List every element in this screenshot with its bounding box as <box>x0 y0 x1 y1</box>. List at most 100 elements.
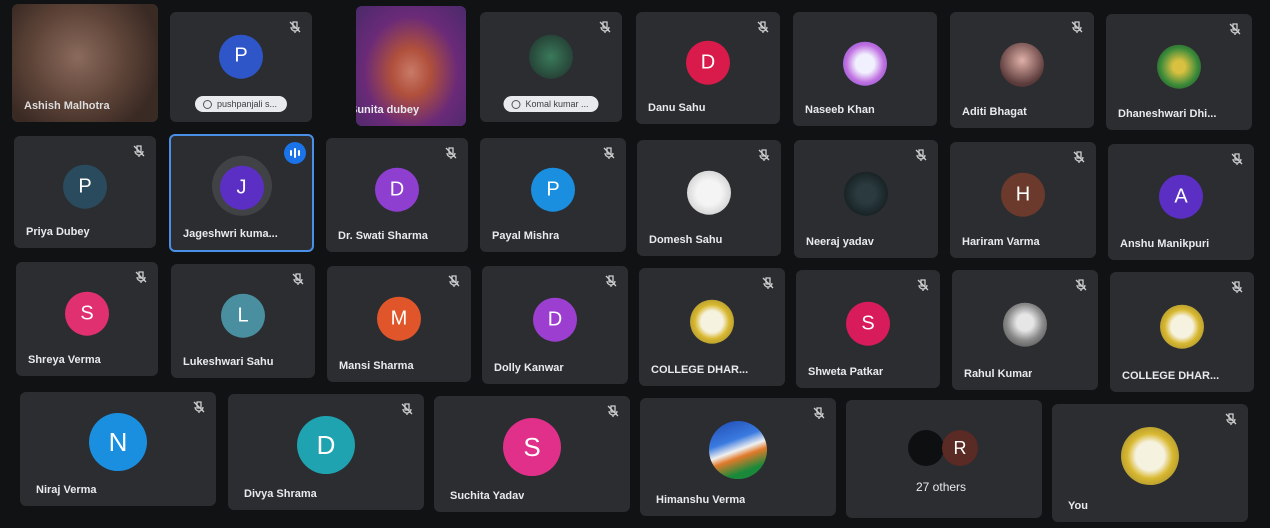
participant-avatar <box>529 34 573 79</box>
participant-tile[interactable]: A Anshu Manikpuri <box>1108 144 1254 260</box>
participant-name-chip: pushpanjali s... <box>194 95 288 112</box>
participant-tile[interactable]: COLLEGE DHAR... <box>639 268 785 386</box>
participant-name: Danu Sahu <box>648 102 706 114</box>
mic-muted-icon <box>606 404 620 418</box>
participant-name: Lukeshwari Sahu <box>183 356 274 368</box>
mic-muted-icon <box>812 406 826 420</box>
participant-name: Anshu Manikpuri <box>1120 238 1210 250</box>
participant-avatar: D <box>297 416 355 475</box>
participant-avatar: M <box>377 296 421 341</box>
mic-muted-icon <box>761 276 775 290</box>
participant-name: Sunita dubey <box>356 104 420 116</box>
mic-muted-icon <box>756 20 770 34</box>
participant-name: Mansi Sharma <box>339 360 414 372</box>
mic-muted-icon <box>604 274 618 288</box>
mic-muted-icon <box>598 20 612 34</box>
mic-muted-icon <box>288 20 302 34</box>
mic-muted-icon <box>602 146 616 160</box>
mic-muted-icon <box>1070 20 1084 34</box>
participant-avatar: L <box>221 293 265 338</box>
participant-name: Dolly Kanwar <box>494 362 564 374</box>
mic-muted-icon <box>1230 152 1244 166</box>
participant-name: Suchita Yadav <box>450 490 525 502</box>
mic-muted-icon <box>1072 150 1086 164</box>
participant-tile-speaking[interactable]: J Jageshwri kuma... <box>169 134 314 252</box>
participant-tile[interactable]: H Hariram Varma <box>950 142 1096 258</box>
participant-tile[interactable]: Komal kumar ... <box>480 12 622 122</box>
participant-name: Jageshwri kuma... <box>183 228 278 240</box>
college-logo-icon <box>690 299 734 344</box>
participant-tile[interactable]: P pushpanjali s... <box>170 12 312 122</box>
participant-tile[interactable]: Rahul Kumar <box>952 270 1098 390</box>
pin-icon <box>511 100 521 109</box>
participant-name: COLLEGE DHAR... <box>1122 370 1220 382</box>
participant-avatar: J <box>219 165 264 210</box>
participant-avatar <box>1000 42 1044 87</box>
participant-tile[interactable]: Domesh Sahu <box>637 140 781 256</box>
participant-avatar: D <box>533 297 577 342</box>
participant-tile[interactable]: Sunita dubey <box>356 6 466 126</box>
participant-tile[interactable]: Dhaneshwari Dhi... <box>1106 14 1252 130</box>
mic-muted-icon <box>192 400 206 414</box>
participant-name: Divya Shrama <box>244 488 317 500</box>
participant-name: Payal Mishra <box>492 230 560 242</box>
college-logo-icon <box>1160 304 1204 349</box>
mic-muted-icon <box>134 270 148 284</box>
participant-tile[interactable]: S Shweta Patkar <box>796 270 940 388</box>
participant-tile[interactable]: S Shreya Verma <box>16 262 158 376</box>
mic-muted-icon <box>1074 278 1088 292</box>
mic-muted-icon <box>132 144 146 158</box>
participant-avatar <box>1003 302 1047 347</box>
participant-name: Himanshu Verma <box>656 494 746 506</box>
participant-tile[interactable]: Ashish Malhotra <box>12 4 158 122</box>
speaking-indicator-icon <box>284 142 306 164</box>
participant-avatar: P <box>63 164 107 209</box>
participant-name: Shreya Verma <box>28 354 101 366</box>
participant-tile[interactable]: Neeraj yadav <box>794 140 938 258</box>
mic-muted-icon <box>1230 280 1244 294</box>
mic-muted-icon <box>757 148 771 162</box>
college-logo-icon <box>1121 427 1179 486</box>
participant-tile[interactable]: P Payal Mishra <box>480 138 626 252</box>
mic-muted-icon <box>400 402 414 416</box>
participant-name: Neeraj yadav <box>806 236 874 248</box>
participant-name: Aditi Bhagat <box>962 106 1027 118</box>
participant-avatar: S <box>65 291 109 336</box>
participant-tile[interactable]: M Mansi Sharma <box>327 266 471 382</box>
pin-icon <box>202 100 212 109</box>
participant-name: Rahul Kumar <box>964 368 1033 380</box>
participant-tile[interactable]: Himanshu Verma <box>640 398 836 516</box>
participant-avatar <box>709 421 767 480</box>
participant-tile[interactable]: COLLEGE DHAR... <box>1110 272 1254 392</box>
participant-name-chip: Komal kumar ... <box>503 95 599 112</box>
participant-tile[interactable]: Naseeb Khan <box>793 12 937 126</box>
participant-tile[interactable]: Aditi Bhagat <box>950 12 1094 128</box>
participant-tile[interactable]: S Suchita Yadav <box>434 396 630 512</box>
participant-tile[interactable]: D Dr. Swati Sharma <box>326 138 468 252</box>
participant-tile[interactable]: D Dolly Kanwar <box>482 266 628 384</box>
participant-tile[interactable]: D Danu Sahu <box>636 12 780 124</box>
participant-name: Shweta Patkar <box>808 366 884 378</box>
participant-tile[interactable]: D Divya Shrama <box>228 394 424 510</box>
participant-name: Dr. Swati Sharma <box>338 230 428 242</box>
others-avatar-dark <box>908 430 944 466</box>
participant-name: You <box>1068 500 1088 512</box>
mic-muted-icon <box>444 146 458 160</box>
participant-avatar: N <box>89 413 147 472</box>
others-avatar: R <box>942 430 978 466</box>
participant-avatar <box>843 41 887 86</box>
participant-avatar: A <box>1159 174 1203 219</box>
participant-avatar <box>687 170 731 215</box>
participant-avatar: S <box>846 301 890 346</box>
participant-tile[interactable]: P Priya Dubey <box>14 136 156 248</box>
participant-tile[interactable]: L Lukeshwari Sahu <box>171 264 315 378</box>
participant-avatar <box>844 171 888 216</box>
others-tile[interactable]: R 27 others <box>846 400 1042 518</box>
mic-muted-icon <box>291 272 305 286</box>
mic-muted-icon <box>1224 412 1238 426</box>
participant-tile[interactable]: N Niraj Verma <box>20 392 216 506</box>
participant-avatar <box>1157 44 1201 89</box>
participant-avatar: P <box>531 167 575 212</box>
self-tile[interactable]: You <box>1052 404 1248 522</box>
participant-avatar: H <box>1001 172 1045 217</box>
